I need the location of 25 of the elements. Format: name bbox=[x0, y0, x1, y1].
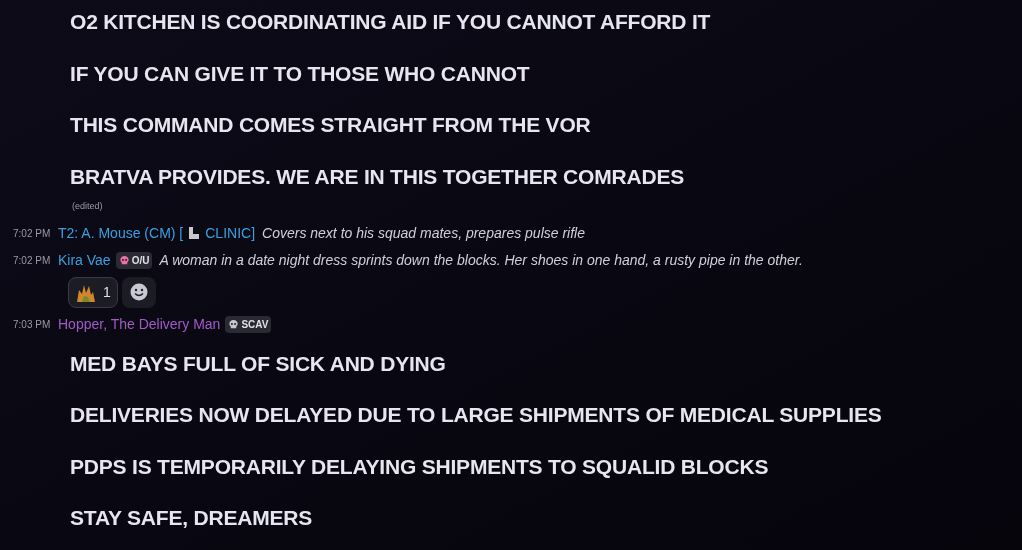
announcement-line: DELIVERIES NOW DELAYED DUE TO LARGE SHIPMENTS OF MEDICAL SUPPLIES bbox=[70, 402, 883, 428]
announcement-line: THIS COMMAND COMES STRAIGHT FROM THE VOR bbox=[70, 112, 592, 138]
announcement-line: IF YOU CAN GIVE IT TO THOSE WHO CANNOT bbox=[70, 60, 531, 87]
skull-icon bbox=[228, 318, 240, 330]
announcement-line: O2 KITCHEN IS COORDINATING AID IF YOU CANNOT AFFORD IT bbox=[70, 9, 712, 35]
role-label: CLINIC] bbox=[205, 223, 256, 243]
smiley-icon bbox=[129, 283, 148, 301]
author-name[interactable]: T2: A. Mouse (CM) [ bbox=[58, 222, 184, 244]
role-tag: O/U bbox=[115, 251, 153, 269]
role-tag: SCAV bbox=[225, 315, 272, 333]
announcement-line: PDPS IS TEMPORARILY DELAYING SHIPMENTS TO SQUALID BLOCKS bbox=[70, 453, 770, 480]
timestamp: 7:03 PM bbox=[13, 317, 52, 332]
timestamp: 7:02 PM bbox=[13, 226, 52, 241]
add-reaction-button[interactable] bbox=[121, 276, 156, 308]
announcement-line: STAY SAFE, DREAMERS bbox=[70, 505, 314, 531]
message-text: Covers next to his squad mates, prepares pulse rifle bbox=[262, 223, 585, 243]
announcement-line: BRATVA PROVIDES. WE ARE IN THIS TOGETHER COMRADES bbox=[70, 163, 686, 190]
skull-icon bbox=[118, 254, 130, 266]
message-text: A woman in a date night dress sprints down the blocks. Her shoes in one hand, a rusty pipe in the other. bbox=[159, 250, 803, 270]
author-name[interactable]: Kira Vae bbox=[58, 249, 111, 271]
timestamp: 7:02 PM bbox=[13, 253, 52, 268]
reaction-button[interactable]: 1 bbox=[68, 276, 118, 308]
author-name[interactable]: Hopper, The Delivery Man bbox=[58, 313, 221, 335]
edited-label: (edited) bbox=[72, 200, 103, 213]
announcement-line: MED BAYS FULL OF SICK AND DYING bbox=[70, 350, 447, 377]
